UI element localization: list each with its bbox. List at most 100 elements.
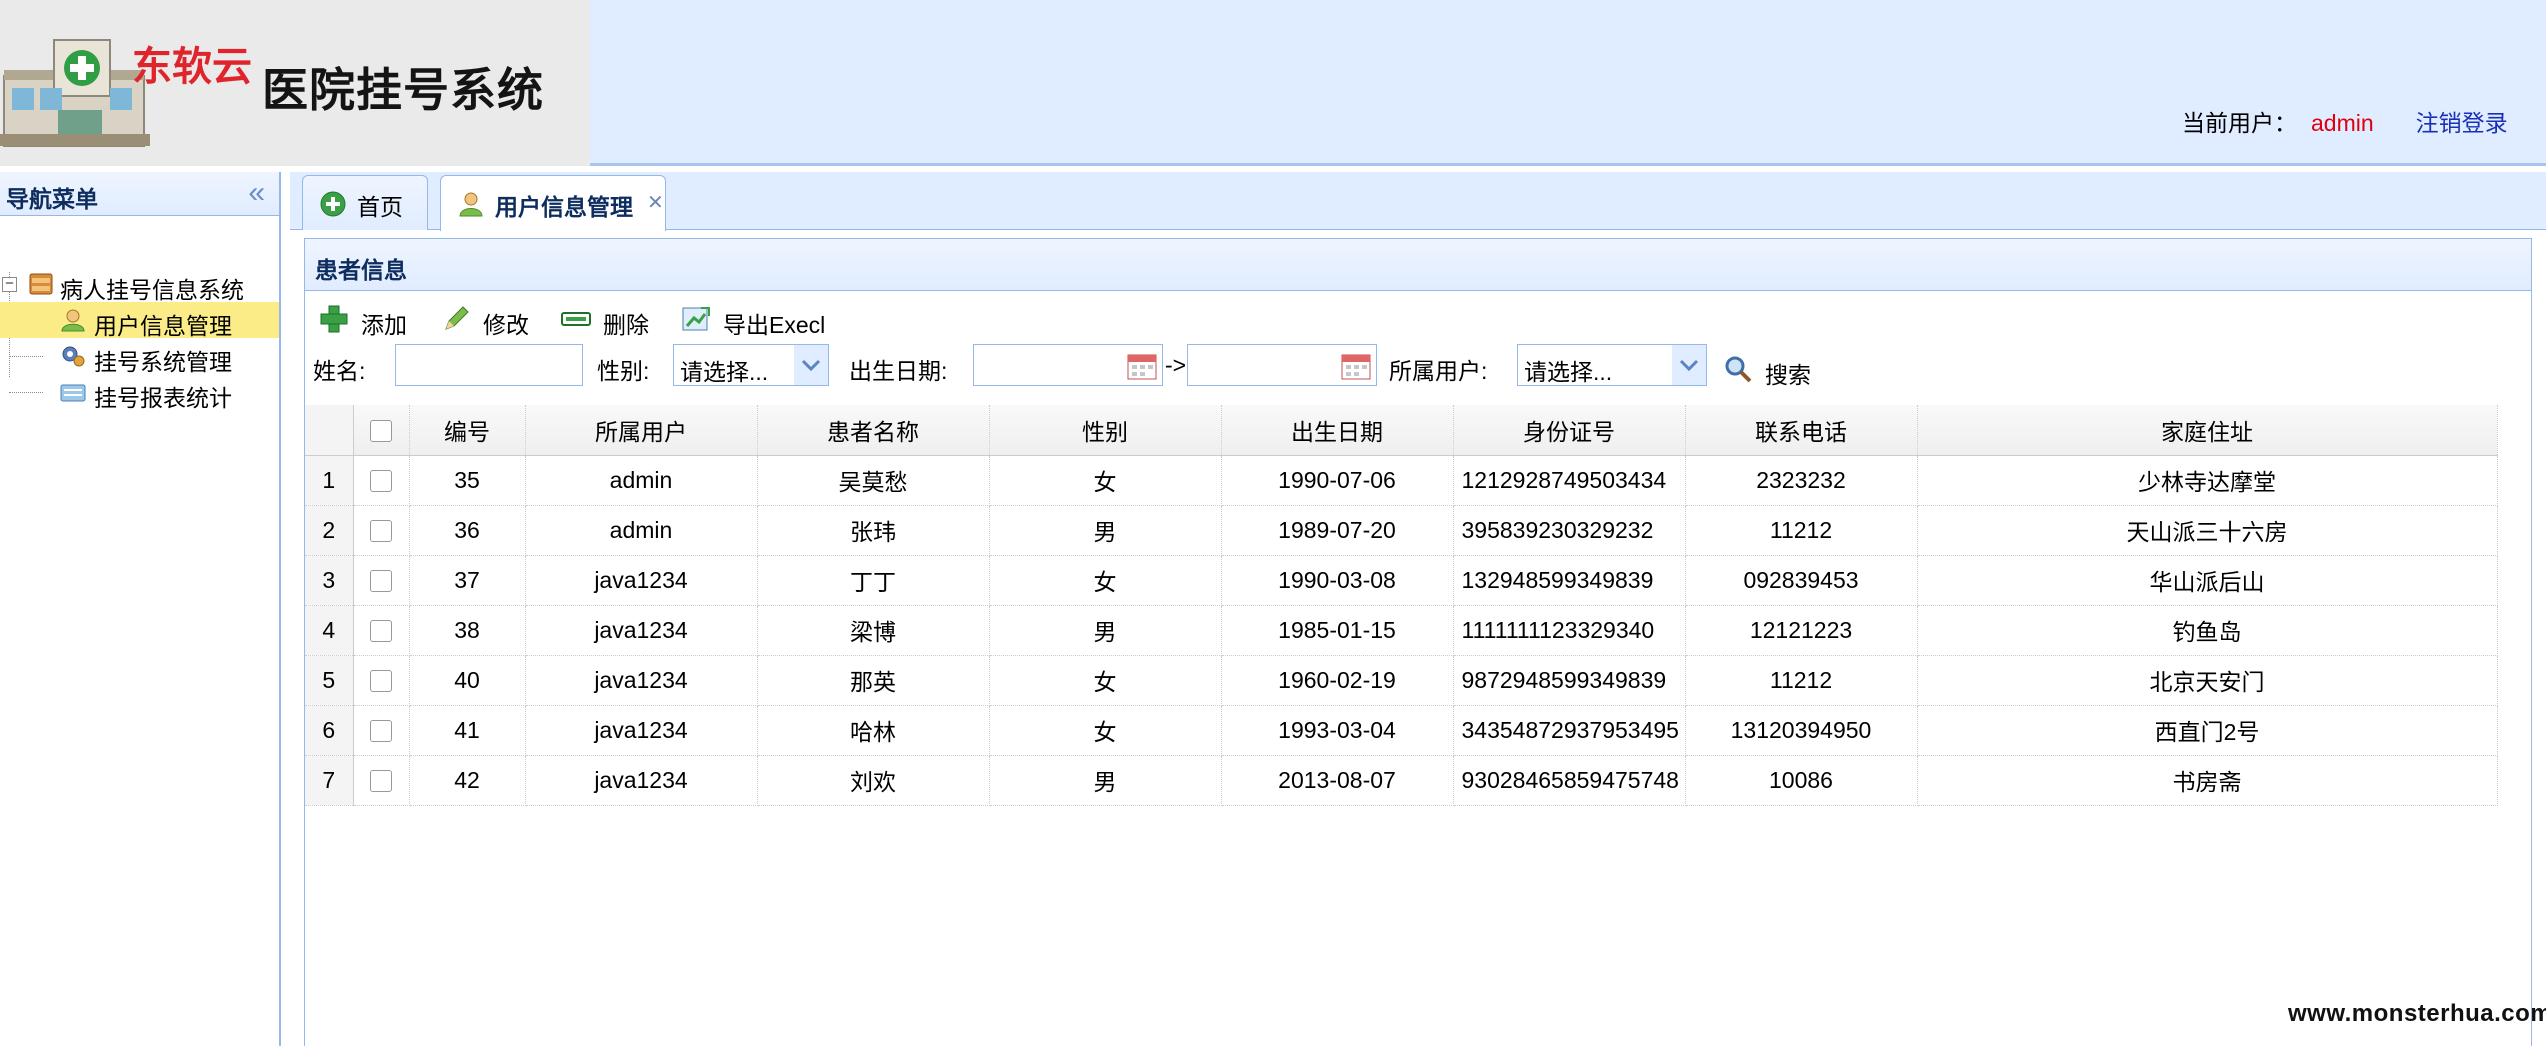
patient-table: 编号 所属用户 患者名称 性别 出生日期 身份证号 联系电话 家庭住址 1 35 a… bbox=[305, 405, 2498, 806]
collapse-node-icon[interactable]: − bbox=[2, 276, 17, 292]
row-select-cell[interactable] bbox=[353, 455, 410, 506]
birth-date-to-picker[interactable] bbox=[1187, 344, 1377, 386]
column-header-address[interactable]: 家庭住址 bbox=[1917, 405, 2498, 456]
row-select-cell[interactable] bbox=[353, 555, 410, 606]
column-header-owner[interactable]: 所属用户 bbox=[525, 405, 758, 456]
logout-link[interactable]: 注销登录 bbox=[2416, 110, 2508, 136]
edit-button[interactable]: 修改 bbox=[441, 302, 541, 338]
export-excel-button[interactable]: 导出Execl bbox=[681, 302, 841, 338]
cell-birth-date: 1960-02-19 bbox=[1221, 655, 1454, 706]
sidebar-header: 导航菜单 « bbox=[0, 172, 279, 216]
cell-patient-name: 刘欢 bbox=[757, 755, 990, 806]
cell-gender: 女 bbox=[989, 705, 1222, 756]
tab-home[interactable]: 首页 bbox=[302, 175, 428, 230]
pencil-icon bbox=[445, 306, 469, 330]
row-select-cell[interactable] bbox=[353, 605, 410, 656]
cell-owner: java1234 bbox=[525, 755, 758, 806]
patient-panel: 患者信息 添加 修改 删除 导出Execl 姓名: 性别: 请选择... 出生日… bbox=[304, 238, 2532, 1046]
name-input[interactable] bbox=[395, 344, 583, 386]
main-area: 首页 用户信息管理 ✕ 患者信息 添加 修改 删除 导出Execl 姓名: 性别… bbox=[290, 172, 2546, 1046]
cell-phone: 10086 bbox=[1685, 755, 1918, 806]
table-row[interactable]: 4 38 java1234 梁博男 1985-01-15 1111111123329340… bbox=[305, 605, 2498, 656]
edit-label: 修改 bbox=[483, 312, 529, 338]
close-tab-icon[interactable]: ✕ bbox=[647, 190, 664, 215]
select-all-checkbox[interactable] bbox=[370, 420, 392, 443]
gender-select[interactable]: 请选择... bbox=[673, 344, 829, 386]
tab-label: 首页 bbox=[357, 194, 403, 220]
cell-gender: 男 bbox=[989, 755, 1222, 806]
search-label: 搜索 bbox=[1765, 362, 1811, 388]
watermark: www.monsterhua.com bbox=[2288, 1000, 2546, 1027]
cell-birth-date: 1993-03-04 bbox=[1221, 705, 1454, 756]
current-user-name: admin bbox=[2311, 110, 2374, 136]
panel-header: 患者信息 bbox=[305, 239, 2531, 291]
cell-phone: 12121223 bbox=[1685, 605, 1918, 656]
column-header-birth-date[interactable]: 出生日期 bbox=[1221, 405, 1454, 456]
row-select-cell[interactable] bbox=[353, 655, 410, 706]
column-header-phone[interactable]: 联系电话 bbox=[1685, 405, 1918, 456]
column-header-patient-name[interactable]: 患者名称 bbox=[757, 405, 990, 456]
add-button[interactable]: 添加 bbox=[319, 302, 419, 338]
gender-label: 性别: bbox=[597, 358, 650, 384]
cell-id: 37 bbox=[409, 555, 526, 606]
column-header-id-card[interactable]: 身份证号 bbox=[1453, 405, 1686, 456]
row-number: 7 bbox=[305, 755, 354, 806]
tab-user-management[interactable]: 用户信息管理 ✕ bbox=[440, 175, 666, 231]
row-checkbox[interactable] bbox=[370, 520, 392, 543]
cell-id-card: 132948599349839 bbox=[1453, 555, 1686, 606]
select-all-header[interactable] bbox=[353, 405, 410, 456]
search-bar: 姓名: 性别: 请选择... 出生日期: -> 所属用户: 请选择... 搜索 bbox=[305, 342, 2531, 392]
table-body: 1 35 admin 吴莫愁女 1990-07-06 1212928749503434 23… bbox=[305, 455, 2498, 806]
cell-address: 书房斋 bbox=[1917, 755, 2498, 806]
tab-bar: 首页 用户信息管理 ✕ bbox=[290, 172, 2546, 231]
search-button[interactable]: 搜索 bbox=[1723, 352, 1833, 388]
row-select-cell[interactable] bbox=[353, 755, 410, 806]
row-checkbox[interactable] bbox=[370, 470, 392, 493]
owner-select[interactable]: 请选择... bbox=[1517, 344, 1707, 386]
report-icon bbox=[60, 384, 86, 402]
table-row[interactable]: 3 37 java1234 丁丁女 1990-03-08 132948599349839 0… bbox=[305, 555, 2498, 606]
cell-birth-date: 1990-03-08 bbox=[1221, 555, 1454, 606]
cell-id-card: 1212928749503434 bbox=[1453, 455, 1686, 506]
table-row[interactable]: 7 42 java1234 刘欢男 2013-08-07 9302846585947574… bbox=[305, 755, 2498, 806]
row-checkbox[interactable] bbox=[370, 620, 392, 643]
collapse-sidebar-icon[interactable]: « bbox=[248, 176, 265, 210]
chevron-down-icon bbox=[1672, 345, 1706, 385]
cell-birth-date: 2013-08-07 bbox=[1221, 755, 1454, 806]
cell-birth-date: 1990-07-06 bbox=[1221, 455, 1454, 506]
toolbar: 添加 修改 删除 导出Execl bbox=[305, 292, 2531, 342]
table-row[interactable]: 2 36 admin 张玮男 1989-07-20 395839230329232 1121… bbox=[305, 505, 2498, 556]
table-row[interactable]: 1 35 admin 吴莫愁女 1990-07-06 1212928749503434 23… bbox=[305, 455, 2498, 506]
row-number: 6 bbox=[305, 705, 354, 756]
birth-date-from-picker[interactable] bbox=[973, 344, 1163, 386]
cell-owner: java1234 bbox=[525, 705, 758, 756]
table-row[interactable]: 5 40 java1234 那英女 1960-02-19 9872948599349839… bbox=[305, 655, 2498, 706]
sidebar-item-label: 用户信息管理 bbox=[94, 313, 232, 339]
sidebar-item-registration-report[interactable]: 挂号报表统计 bbox=[0, 374, 279, 411]
column-header-gender[interactable]: 性别 bbox=[989, 405, 1222, 456]
date-range-separator: -> bbox=[1165, 352, 1187, 378]
row-select-cell[interactable] bbox=[353, 505, 410, 556]
cell-id-card: 93028465859475748 bbox=[1453, 755, 1686, 806]
cell-id: 36 bbox=[409, 505, 526, 556]
sidebar-item-registration-management[interactable]: 挂号系统管理 bbox=[0, 338, 279, 375]
row-checkbox[interactable] bbox=[370, 770, 392, 793]
row-checkbox[interactable] bbox=[370, 570, 392, 593]
export-icon bbox=[682, 307, 710, 331]
calendar-icon[interactable] bbox=[1340, 351, 1372, 381]
tree-root-node[interactable]: − 病人挂号信息系统 bbox=[0, 266, 279, 303]
table-row[interactable]: 6 41 java1234 哈林女 1993-03-04 3435487293795349… bbox=[305, 705, 2498, 756]
cell-gender: 男 bbox=[989, 505, 1222, 556]
app-header: 东软云 医院挂号系统 当前用户： admin 注销登录 bbox=[0, 0, 2546, 166]
calendar-icon[interactable] bbox=[1126, 351, 1158, 381]
sidebar-item-user-management[interactable]: 用户信息管理 bbox=[0, 302, 279, 339]
row-checkbox[interactable] bbox=[370, 670, 392, 693]
cell-id-card: 1111111123329340 bbox=[1453, 605, 1686, 656]
row-select-cell[interactable] bbox=[353, 705, 410, 756]
delete-button[interactable]: 删除 bbox=[561, 302, 661, 338]
name-label: 姓名: bbox=[313, 358, 366, 384]
column-header-id[interactable]: 编号 bbox=[409, 405, 526, 456]
cell-patient-name: 那英 bbox=[757, 655, 990, 706]
cell-phone: 092839453 bbox=[1685, 555, 1918, 606]
row-checkbox[interactable] bbox=[370, 720, 392, 743]
